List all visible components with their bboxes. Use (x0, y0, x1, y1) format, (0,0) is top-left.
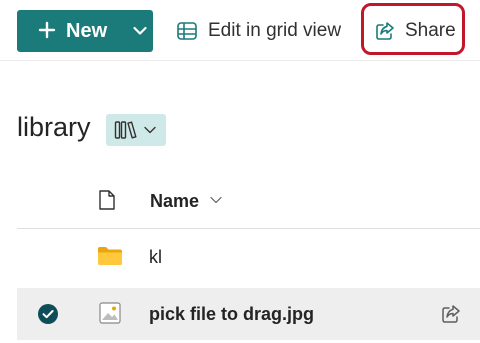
grid-icon (177, 22, 197, 40)
image-file-icon (99, 302, 121, 324)
item-name[interactable]: kl (149, 247, 162, 268)
new-button[interactable]: New (17, 10, 153, 52)
share-icon[interactable] (440, 303, 462, 325)
switch-view-button[interactable] (106, 114, 166, 146)
share-icon (376, 22, 394, 40)
edit-in-grid-view-button[interactable]: Edit in grid view (176, 12, 341, 50)
item-name[interactable]: pick file to drag.jpg (149, 304, 314, 325)
edit-in-grid-view-label: Edit in grid view (208, 20, 342, 41)
chevron-down-icon (133, 26, 147, 35)
library-view-icon (114, 121, 137, 139)
folder-icon (98, 247, 122, 265)
share-button-label: Share (405, 20, 456, 41)
header-divider (17, 228, 480, 229)
chevron-down-icon (144, 126, 156, 134)
share-button[interactable]: Share (374, 12, 456, 50)
command-bar: New Edit in grid view Share (0, 0, 480, 62)
name-column-header[interactable]: Name (150, 191, 199, 212)
new-button-label: New (66, 20, 108, 42)
list-item[interactable]: kl (17, 232, 480, 284)
checkmark-circle-icon[interactable] (37, 303, 59, 325)
list-header: Name (0, 180, 480, 229)
chevron-down-icon[interactable] (210, 196, 222, 204)
toolbar-divider (0, 60, 480, 61)
file-type-icon (99, 190, 115, 210)
plus-icon (38, 21, 56, 39)
page-title: library (17, 112, 91, 142)
list-item-selected[interactable]: pick file to drag.jpg (17, 288, 480, 340)
